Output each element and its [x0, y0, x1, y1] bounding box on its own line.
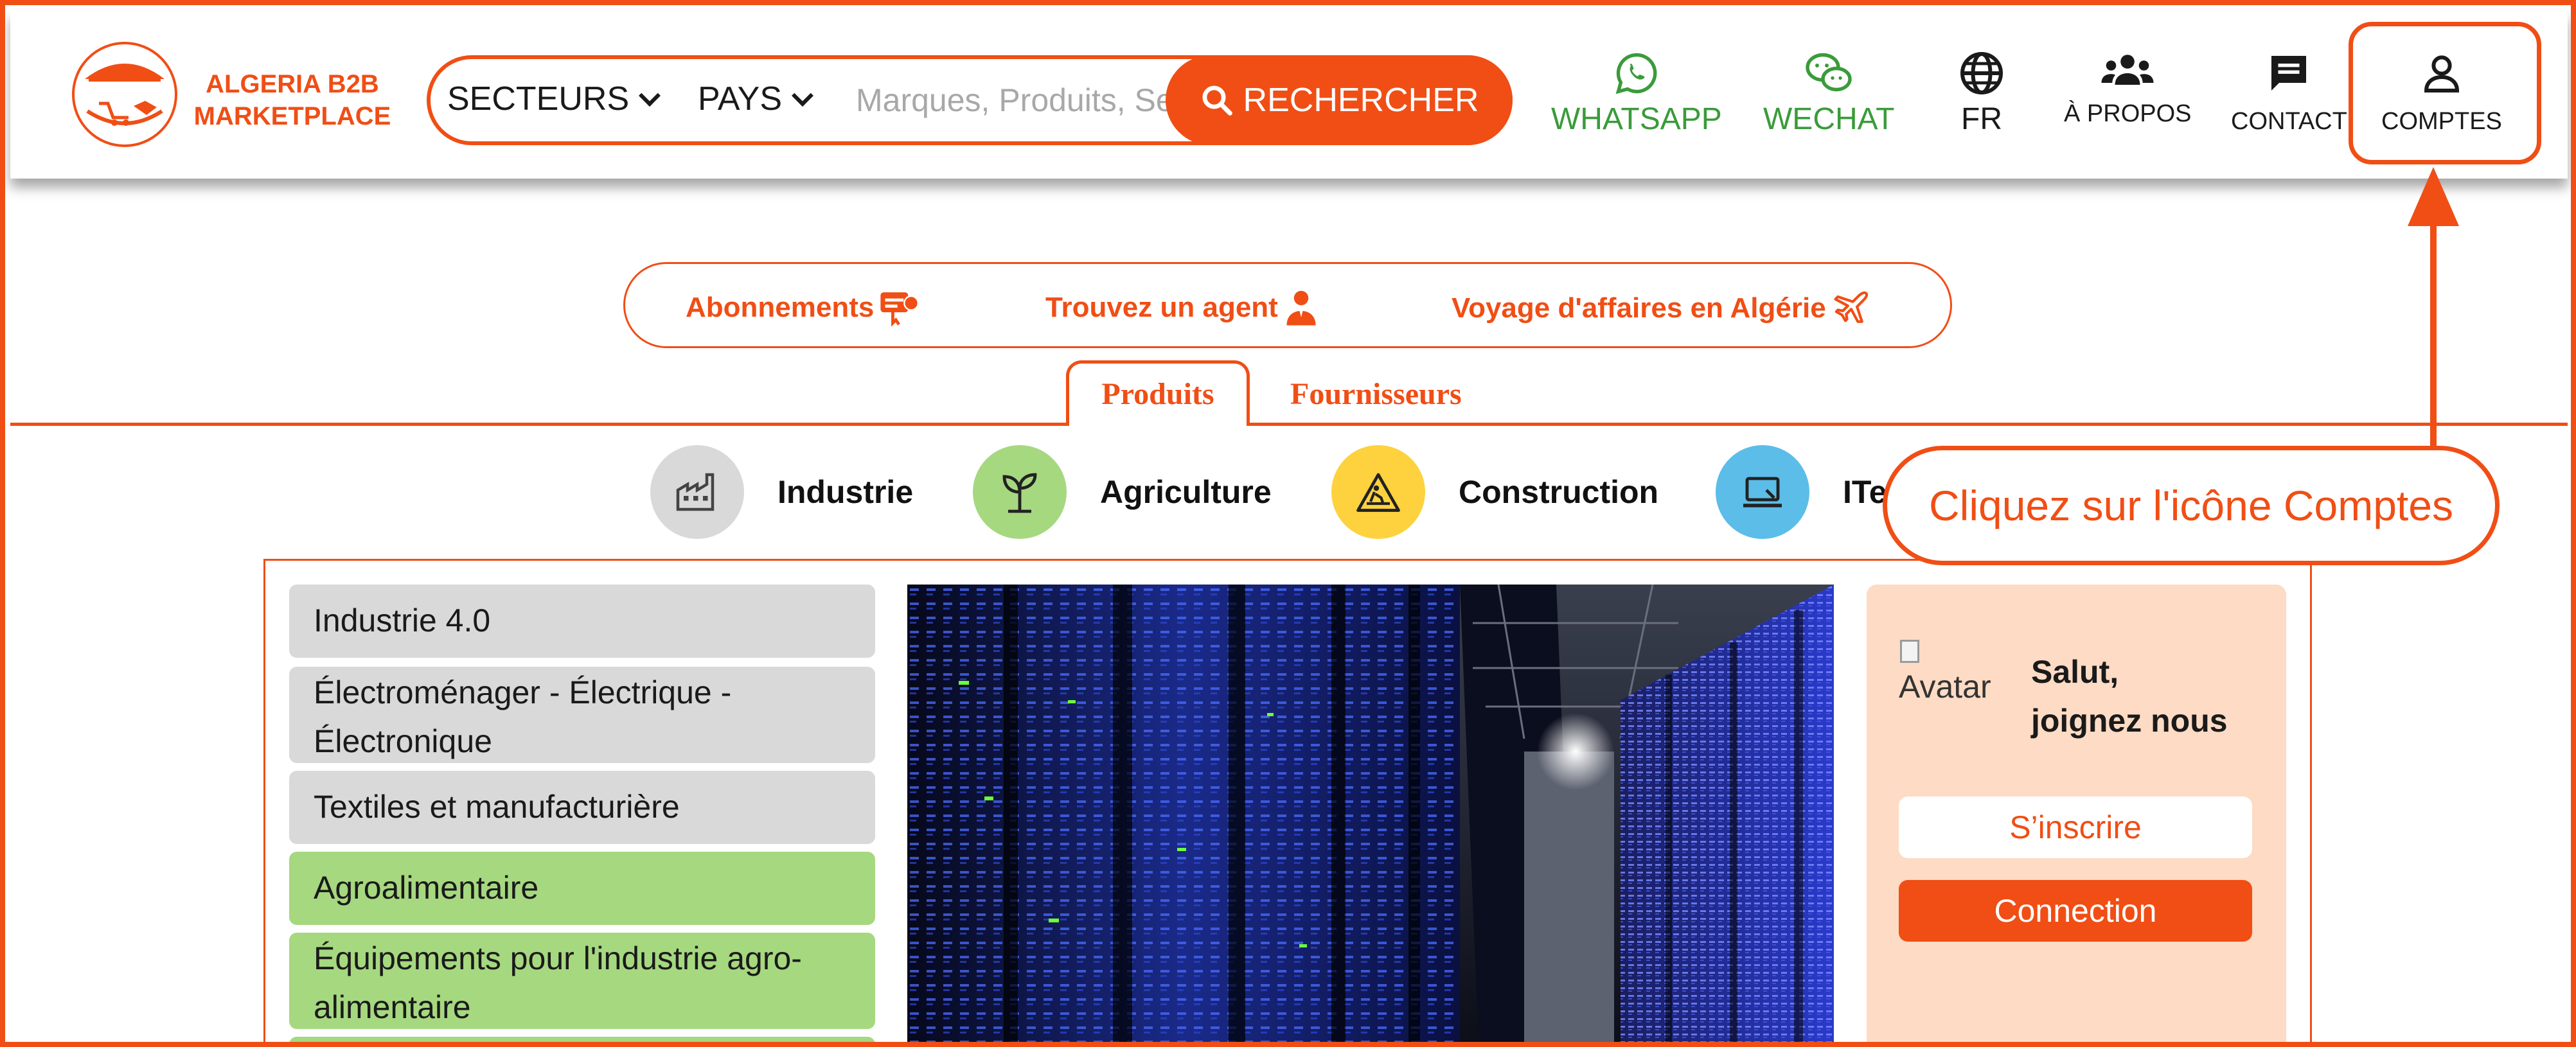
broken-image-icon — [1900, 640, 1919, 663]
nav-wechat[interactable]: WECHAT — [1763, 50, 1894, 137]
sidebar-item-industry-4[interactable]: Industrie 4.0 — [289, 585, 875, 658]
business-travel-link[interactable]: Voyage d'affaires en Algérie — [1452, 288, 1871, 328]
tab-suppliers-label: Fournisseurs — [1290, 377, 1462, 411]
sidebar-item-agrifood[interactable]: Agroalimentaire — [289, 852, 875, 925]
message-icon — [2271, 56, 2307, 91]
greeting-line-2: joignez nous — [2031, 703, 2228, 739]
category-construction-label: Construction — [1459, 474, 1659, 510]
avatar: Avatar — [1899, 668, 1991, 705]
category-it-label: ITe — [1843, 474, 1887, 510]
agent-icon — [1286, 290, 1316, 326]
login-label: Connection — [1994, 893, 2157, 929]
search-input[interactable] — [855, 81, 1191, 119]
contact-label: CONTACT — [2231, 108, 2347, 135]
site-header: ALGERIA B2B MARKETPLACE SECTEURS PAYS RE… — [10, 10, 2568, 179]
tab-suppliers[interactable]: Fournisseurs — [1290, 376, 1462, 412]
construction-icon — [1331, 445, 1425, 539]
tab-products-label: Produits — [1101, 377, 1214, 411]
subscriptions-label: Abonnements — [686, 292, 875, 323]
sidebar-item-agrifood-equipment[interactable]: Équipements pour l'industrie agro-alimen… — [289, 933, 875, 1029]
page-frame: ALGERIA B2B MARKETPLACE SECTEURS PAYS RE… — [0, 0, 2576, 1047]
countries-dropdown[interactable]: PAYS — [698, 80, 813, 118]
signup-button[interactable]: S’inscrire — [1899, 796, 2252, 858]
airplane-icon — [1834, 291, 1868, 323]
logo-line-2: MARKETPLACE — [193, 102, 391, 130]
sidebar-item-label: Électroménager - Électrique - Électroniq… — [314, 674, 732, 759]
category-agriculture-label: Agriculture — [1100, 474, 1272, 510]
language-label: FR — [1961, 102, 2002, 136]
sidebar-item-appliances[interactable]: Électroménager - Électrique - Électroniq… — [289, 667, 875, 763]
sectors-dropdown[interactable]: SECTEURS — [447, 80, 661, 118]
logo-icon[interactable] — [69, 39, 180, 150]
hero-image — [907, 585, 1834, 1042]
sidebar-item-label: Textiles et manufacturière — [314, 789, 680, 825]
join-card: Avatar Salut, joignez nous S’inscrire Co… — [1867, 585, 2286, 1042]
about-label: À PROPOS — [2064, 100, 2192, 127]
business-travel-label: Voyage d'affaires en Algérie — [1452, 292, 1826, 324]
subscriptions-link[interactable]: Abonnements — [686, 288, 919, 327]
annotation-text: Cliquez sur l'icône Comptes — [1929, 482, 2453, 529]
sidebar-item-label: Industrie 4.0 — [314, 603, 491, 638]
nav-language[interactable]: FR — [1959, 50, 2005, 137]
nav-about[interactable]: À PROPOS — [2064, 50, 2192, 128]
countries-label: PAYS — [698, 80, 783, 118]
search-bar: SECTEURS PAYS RECHERCHER — [427, 55, 1513, 145]
plant-icon — [973, 445, 1067, 539]
search-button[interactable]: RECHERCHER — [1166, 55, 1513, 145]
category-industry-label: Industrie — [777, 474, 914, 510]
category-construction[interactable]: Construction — [1331, 444, 1658, 540]
sidebar-item-label: Équipements pour l'industrie agro-alimen… — [314, 940, 802, 1025]
users-group-icon — [2101, 55, 2154, 85]
globe-icon — [1960, 52, 2003, 94]
laptop-icon — [1716, 445, 1809, 539]
avatar-alt-text: Avatar — [1899, 669, 1991, 705]
wechat-label: WECHAT — [1763, 102, 1895, 136]
chevron-down-icon — [792, 85, 813, 107]
arrow-up-icon — [2408, 167, 2459, 226]
wechat-icon — [1806, 53, 1852, 92]
find-agent-link[interactable]: Trouvez un agent — [1045, 288, 1319, 327]
search-button-label: RECHERCHER — [1243, 82, 1479, 119]
whatsapp-label: WHATSAPP — [1551, 102, 1722, 136]
whatsapp-icon — [1615, 53, 1657, 94]
subscription-icon — [880, 292, 919, 327]
logo-line-1: ALGERIA B2B — [206, 70, 379, 98]
nav-whatsapp[interactable]: WHATSAPP — [1551, 50, 1722, 137]
find-agent-label: Trouvez un agent — [1045, 292, 1278, 323]
greeting-line-1: Salut, — [2031, 654, 2119, 690]
accounts-highlight — [2349, 22, 2541, 164]
category-agriculture[interactable]: Agriculture — [973, 444, 1272, 540]
quick-links-bar: Abonnements Trouvez un agent Voyage d'af… — [623, 262, 1952, 348]
annotation-arrow-shaft — [2430, 211, 2437, 450]
sidebar-item-partial[interactable] — [289, 1037, 875, 1042]
sidebar-item-textiles[interactable]: Textiles et manufacturière — [289, 771, 875, 844]
login-button[interactable]: Connection — [1899, 880, 2252, 942]
chevron-down-icon — [639, 85, 661, 107]
signup-label: S’inscrire — [2009, 809, 2142, 845]
annotation-callout: Cliquez sur l'icône Comptes — [1883, 446, 2500, 565]
tab-products[interactable]: Produits — [1066, 360, 1250, 426]
join-greeting: Salut, joignez nous — [2031, 647, 2228, 745]
factory-icon — [650, 445, 744, 539]
tabs-underline — [10, 423, 2568, 426]
category-industry[interactable]: Industrie — [650, 444, 913, 540]
search-icon — [1202, 85, 1232, 116]
nav-contact[interactable]: CONTACT — [2231, 50, 2347, 136]
sidebar-item-label: Agroalimentaire — [314, 870, 539, 906]
sectors-label: SECTEURS — [447, 80, 630, 118]
category-it[interactable]: ITe — [1716, 444, 1887, 540]
logo-title[interactable]: ALGERIA B2B MARKETPLACE — [186, 68, 398, 132]
